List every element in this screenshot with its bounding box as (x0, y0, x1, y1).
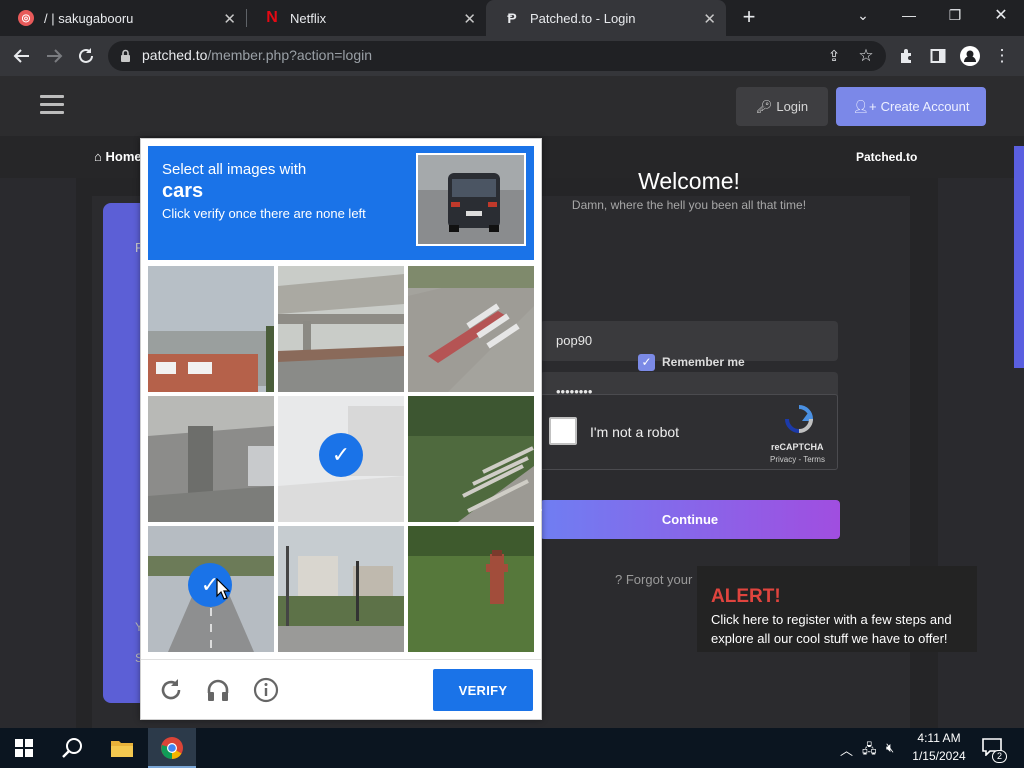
nav-home-link[interactable]: ⌂ Home (94, 149, 142, 164)
url-host: patched.to (142, 47, 208, 63)
overpass-pillar-image (148, 396, 274, 522)
welcome-title: Welcome! (638, 168, 740, 194)
close-window-button[interactable]: ✕ (978, 0, 1024, 30)
dialog-pointer (533, 501, 542, 519)
home-icon: ⌂ (94, 149, 102, 164)
patched-favicon-icon: Ᵽ (507, 10, 517, 26)
page-scrollbar[interactable] (1014, 146, 1024, 368)
profile-avatar-icon[interactable] (958, 44, 982, 68)
question-circle-icon: ? (615, 572, 623, 587)
continue-button[interactable]: Continue (540, 500, 840, 539)
close-tab-icon[interactable]: ✕ (703, 10, 716, 28)
street-houses-image (278, 526, 404, 652)
tab-sakugabooru[interactable]: ◎ / | sakugabooru ✕ (0, 0, 246, 36)
create-account-button[interactable]: 👤︎+ Create Account (836, 87, 986, 126)
stairs-grass-image (408, 396, 534, 522)
reload-button[interactable] (74, 44, 98, 68)
forgot-label: Forgot your (625, 572, 693, 587)
tab-netflix[interactable]: N Netflix ✕ (246, 0, 486, 36)
mouse-cursor-icon (216, 577, 231, 600)
tab-search-chevron-icon[interactable]: ⌄ (840, 0, 886, 30)
notification-count-badge: 2 (992, 750, 1007, 763)
recaptcha-terms-link[interactable]: Privacy - Terms (770, 455, 825, 464)
tab-patched-login[interactable]: Ᵽ Patched.to - Login ✕ (486, 0, 726, 36)
restore-button[interactable]: ❐ (932, 0, 978, 30)
crosswalk-image (408, 266, 534, 392)
network-icon[interactable]: 🖧︎ (862, 740, 877, 762)
netflix-favicon-icon: N (266, 9, 278, 26)
key-icon: 🔑︎ (755, 98, 773, 114)
captcha-tile[interactable] (408, 526, 534, 652)
captcha-instruction-line: Click verify once there are none left (162, 206, 366, 221)
captcha-tile[interactable] (278, 526, 404, 652)
recaptcha-brand: reCAPTCHA (771, 442, 824, 452)
menu-dots-icon[interactable]: ⋮ (990, 44, 1014, 68)
alert-text[interactable]: Click here to register with a few steps … (711, 610, 971, 648)
side-panel-icon[interactable] (926, 44, 950, 68)
minimize-button[interactable]: — (886, 0, 932, 30)
volume-muted-icon[interactable]: 🔇︎ (886, 740, 894, 756)
login-button[interactable]: 🔑︎ Login (736, 87, 828, 126)
forward-button[interactable] (42, 44, 66, 68)
sakugabooru-favicon-icon: ◎ (18, 10, 34, 26)
bookmark-star-icon[interactable]: ☆ (854, 44, 878, 68)
file-explorer-icon[interactable] (107, 733, 137, 763)
dialog-divider (141, 659, 541, 660)
recaptcha-logo-icon (784, 404, 814, 434)
tab-title: Patched.to - Login (530, 10, 636, 26)
tab-title: / | sakugabooru (44, 10, 134, 26)
hamburger-menu-icon[interactable] (40, 95, 64, 115)
audio-challenge-icon[interactable] (205, 677, 231, 703)
captcha-tile[interactable] (148, 396, 274, 522)
new-tab-button[interactable]: + (738, 5, 760, 29)
recaptcha-label: I'm not a robot (590, 424, 680, 440)
clock-time[interactable]: 4:11 AM (912, 731, 966, 745)
add-user-icon: 👤︎+ (852, 98, 877, 114)
captcha-tile[interactable] (408, 266, 534, 392)
captcha-tile[interactable]: ✓ (148, 526, 274, 652)
reload-challenge-icon[interactable] (158, 677, 184, 703)
login-label: Login (776, 99, 809, 114)
tab-title: Netflix (290, 10, 327, 26)
lock-icon[interactable] (120, 49, 131, 68)
captcha-target-word: cars (162, 180, 204, 202)
captcha-tile[interactable] (278, 266, 404, 392)
captcha-tile[interactable] (408, 396, 534, 522)
nav-site-link[interactable]: Patched.to (856, 150, 917, 164)
search-icon[interactable] (57, 733, 87, 763)
share-icon[interactable]: ⇪ (822, 44, 846, 68)
forgot-password-link[interactable]: ? Forgot your (615, 572, 692, 587)
close-tab-icon[interactable]: ✕ (223, 10, 236, 28)
verify-button[interactable]: VERIFY (433, 669, 533, 711)
create-account-label: Create Account (880, 99, 970, 114)
chrome-icon[interactable] (157, 733, 187, 763)
remember-me-label: Remember me (662, 355, 745, 369)
storefront-image (148, 266, 274, 392)
overpass-image (278, 266, 404, 392)
extensions-icon[interactable] (894, 44, 918, 68)
selected-check-icon: ✓ (319, 433, 363, 477)
info-icon[interactable] (253, 677, 279, 703)
welcome-subtitle: Damn, where the hell you been all that t… (571, 198, 807, 212)
recaptcha-checkbox[interactable] (549, 417, 577, 445)
nav-home-label: Home (105, 149, 142, 164)
remember-me-checkbox[interactable]: ✓ (638, 354, 655, 371)
captcha-instruction-line: Select all images with (162, 161, 307, 178)
captcha-sample-image (416, 153, 526, 246)
close-tab-icon[interactable]: ✕ (463, 10, 476, 28)
back-button[interactable] (10, 44, 34, 68)
captcha-tile[interactable]: ✓ (278, 396, 404, 522)
url-path: /member.php?action=login (207, 47, 372, 63)
tray-chevron-up-icon[interactable]: ︿ (840, 740, 853, 759)
captcha-tile[interactable] (148, 266, 274, 392)
clock-date[interactable]: 1/15/2024 (910, 749, 968, 763)
fire-hydrant-image (408, 526, 534, 652)
url-text: patched.to/member.php?action=login (142, 47, 372, 63)
alert-title: ALERT! (711, 586, 781, 607)
windows-start-icon[interactable] (9, 733, 39, 763)
